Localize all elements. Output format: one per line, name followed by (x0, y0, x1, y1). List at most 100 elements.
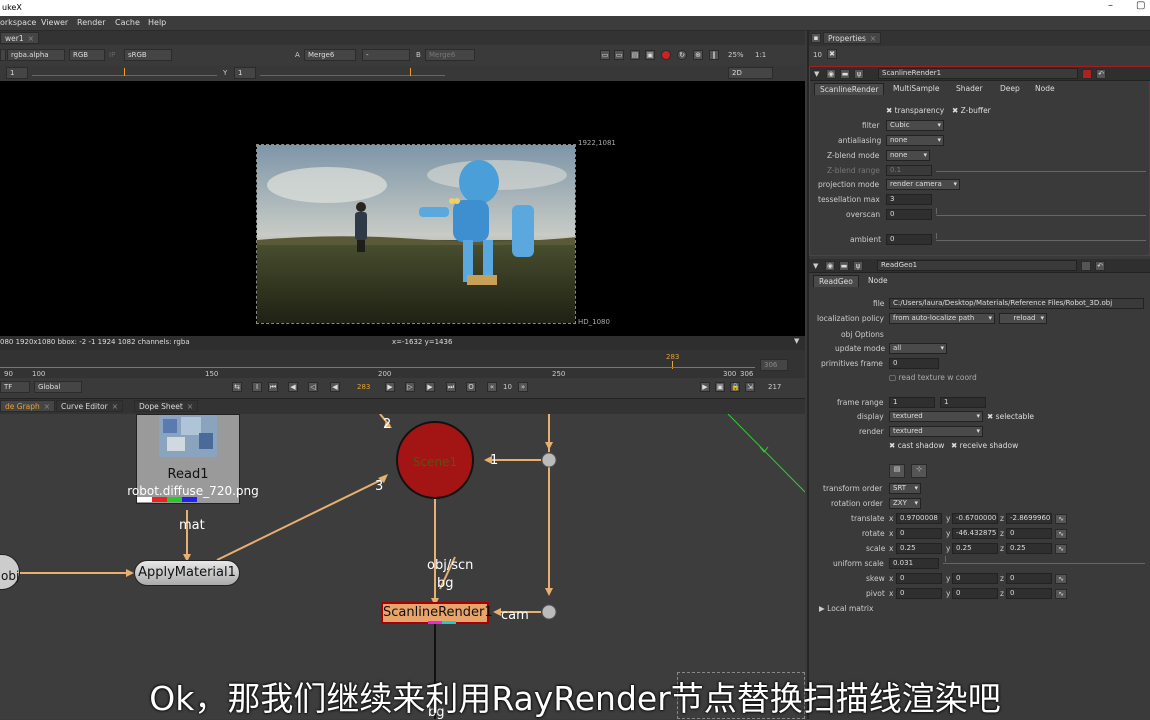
skew-y[interactable]: 0 (952, 573, 998, 584)
close-icon[interactable]: × (187, 402, 193, 411)
tab-viewer[interactable]: wer1 × (0, 32, 39, 44)
curve-icon[interactable]: ∿ (1055, 514, 1067, 524)
skew-z[interactable]: 0 (1006, 573, 1052, 584)
reload-button[interactable]: reload (999, 313, 1047, 324)
tab-curve-editor[interactable]: Curve Editor × (56, 400, 124, 412)
scale-x[interactable]: 0.25 (896, 543, 942, 554)
curve-icon[interactable]: ∿ (1055, 529, 1067, 539)
safe-area-icon[interactable]: ▤ (630, 50, 640, 60)
rotate-x[interactable]: 0 (896, 528, 942, 539)
overscan-field[interactable]: 0 (886, 209, 932, 220)
receive-shadow-checkbox[interactable]: ✖ receive shadow (951, 441, 1018, 450)
timeline[interactable]: 90 100 150 200 250 300 306 283 306 (0, 350, 805, 380)
render-dropdown[interactable]: textured (889, 426, 983, 437)
view-mode-dropdown[interactable]: 2D (728, 67, 773, 79)
gain-slider[interactable] (32, 68, 217, 76)
refresh-icon[interactable]: ↻ (677, 50, 687, 60)
float-icon[interactable]: ▬ (839, 261, 849, 271)
clear-panels-icon[interactable]: ✖ (827, 49, 837, 59)
step-forward-icon[interactable]: ▷ (405, 382, 415, 392)
tab-dope-sheet[interactable]: Dope Sheet × (134, 400, 199, 412)
channels-lock-icon[interactable] (0, 49, 6, 61)
menu-help[interactable]: Help (148, 18, 166, 27)
uniform-scale-slider[interactable] (943, 556, 1145, 564)
cache-icon[interactable]: ▣ (715, 382, 725, 392)
flipbook-icon[interactable]: ▶ (700, 382, 710, 392)
zoom-level[interactable]: 25% (728, 51, 744, 59)
pane-menu-icon[interactable]: ▪ (811, 33, 821, 43)
scanlinerender1-node[interactable]: ScanlineRender1 (381, 602, 493, 624)
projection-mode-dropdown[interactable]: render camera (886, 179, 960, 190)
tab-multisample[interactable]: MultiSample (888, 83, 944, 95)
localization-dropdown[interactable]: from auto-localize path (889, 313, 995, 324)
viewer-icon[interactable]: ◉ (826, 69, 836, 79)
applymaterial1-node[interactable]: ApplyMaterial1 (134, 560, 240, 586)
first-frame-icon[interactable]: ⏮ (268, 382, 278, 392)
transparency-checkbox[interactable]: ✖ transparency (886, 106, 944, 115)
rgb-dropdown[interactable]: RGB (69, 49, 105, 61)
focus-icon[interactable]: ⊕ (693, 50, 703, 60)
loop-icon[interactable]: ⇆ (232, 382, 242, 392)
colorspace-dropdown[interactable]: sRGB (124, 49, 172, 61)
color-icon[interactable] (1082, 69, 1092, 79)
gamma-field[interactable]: 1 (234, 67, 256, 79)
zblend-range-field[interactable]: 0.1 (886, 165, 932, 176)
translate-x[interactable]: 0.9700008 (896, 513, 942, 524)
zbuffer-checkbox[interactable]: ✖ Z-buffer (952, 106, 991, 115)
composite-dropdown[interactable]: - (362, 49, 410, 61)
tab-scanlinerender[interactable]: ScanlineRender (814, 83, 885, 95)
pivot-x[interactable]: 0 (896, 588, 942, 599)
out-point-icon[interactable]: O (466, 382, 476, 392)
menu-cache[interactable]: Cache (115, 18, 140, 27)
pause-icon[interactable]: ‖ (709, 50, 719, 60)
node-name-field[interactable]: ScanlineRender1 (878, 68, 1078, 79)
scene1-node[interactable]: Scene1 (396, 421, 474, 499)
pixel-ratio[interactable]: 1:1 (755, 51, 766, 59)
lock-icon[interactable]: 🔒 (730, 382, 740, 392)
tab-deep[interactable]: Deep (995, 83, 1025, 95)
ambient-slider[interactable] (936, 233, 1146, 241)
overlay-icon[interactable]: ▭ (614, 50, 624, 60)
prev-keyframe-icon[interactable]: ◀ (288, 382, 298, 392)
global-dropdown[interactable]: Global (34, 381, 82, 393)
antialiasing-dropdown[interactable]: none (886, 135, 944, 146)
overscan-slider[interactable] (936, 208, 1146, 216)
uniform-scale-field[interactable]: 0.031 (889, 558, 939, 569)
skip-forward-icon[interactable]: » (518, 382, 528, 392)
skip-back-icon[interactable]: « (487, 382, 497, 392)
end-frame-field[interactable]: 306 (760, 359, 788, 371)
menu-viewer[interactable]: Viewer (41, 18, 68, 27)
ambient-field[interactable]: 0 (886, 234, 932, 245)
tab-properties[interactable]: Properties × (823, 32, 882, 44)
tab-readgeo[interactable]: ReadGeo (813, 275, 859, 287)
axis-handle-icon[interactable]: ⊹ (911, 464, 927, 478)
frame-range-start[interactable]: 1 (889, 397, 935, 408)
scale-z[interactable]: 0.25 (1006, 543, 1052, 554)
undo-icon[interactable]: ↶ (1095, 261, 1105, 271)
tessellation-field[interactable]: 3 (886, 194, 932, 205)
a-input-dropdown[interactable]: Merge6 (304, 49, 356, 61)
curve-icon[interactable]: ∿ (1055, 574, 1067, 584)
close-icon[interactable]: × (112, 402, 118, 411)
update-mode-dropdown[interactable]: all (889, 343, 947, 354)
node-icon[interactable]: ψ (854, 69, 864, 79)
channels-dropdown[interactable]: rgba.alpha (7, 49, 65, 61)
viewer-icon[interactable]: ◉ (825, 261, 835, 271)
close-icon[interactable]: × (44, 402, 50, 411)
next-keyframe-icon[interactable]: ▶ (425, 382, 435, 392)
step-back-icon[interactable]: ◁ (308, 382, 318, 392)
tab-shader[interactable]: Shader (951, 83, 988, 95)
node-name-field[interactable]: ReadGeo1 (877, 260, 1077, 271)
undo-icon[interactable]: ↶ (1096, 69, 1106, 79)
filter-dropdown[interactable]: Cubic (886, 120, 944, 131)
pivot-y[interactable]: 0 (952, 588, 998, 599)
file-browse-icon[interactable]: ▤ (889, 464, 905, 478)
roi-icon[interactable]: ▭ (600, 50, 610, 60)
scale-y[interactable]: 0.25 (952, 543, 998, 554)
skew-x[interactable]: 0 (896, 573, 942, 584)
current-frame-field[interactable]: 283 (357, 383, 370, 391)
rotate-z[interactable]: 0 (1006, 528, 1052, 539)
maximize-icon[interactable]: ▢ (1136, 0, 1145, 11)
color-icon[interactable] (1081, 261, 1091, 271)
float-icon[interactable]: ▬ (840, 69, 850, 79)
